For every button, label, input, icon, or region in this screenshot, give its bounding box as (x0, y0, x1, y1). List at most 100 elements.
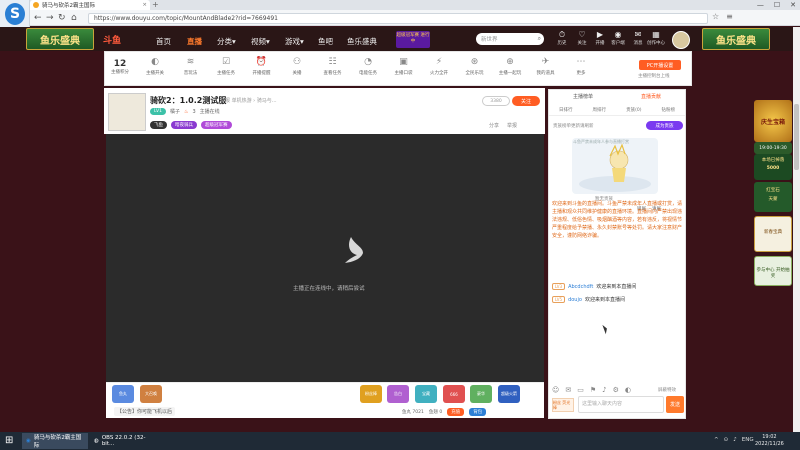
gift-item[interactable]: 大召唤 (140, 385, 162, 403)
toolbar-item[interactable]: ☑ 主播任务 (211, 58, 241, 77)
backpack-button[interactable]: 背包 (469, 408, 487, 416)
close-window-icon[interactable]: ✕ (790, 0, 796, 10)
toolbar-item[interactable]: ◐ 主播开关 (140, 58, 170, 77)
toolbar-item[interactable]: ▣ 主播口袋 (389, 58, 419, 77)
tab-weekly[interactable]: 周排行 (593, 107, 607, 113)
owner-name[interactable]: 橘子 (170, 108, 180, 115)
room-category[interactable]: 举报 单机热游 › 骑马与... (220, 97, 277, 104)
page-scrollbar[interactable] (793, 27, 800, 432)
tab-close-icon[interactable]: × (142, 2, 147, 8)
anchor-level[interactable]: 12 主播积分 (111, 59, 129, 75)
share-button[interactable]: 分享 (489, 122, 499, 129)
toolbar-item[interactable]: ⚇ 关播 (282, 58, 312, 77)
become-noble-button[interactable]: 成为贵族 (646, 121, 683, 130)
forward-icon[interactable]: → (46, 12, 54, 24)
nav-category[interactable]: 分类▾ (217, 36, 236, 47)
search-input[interactable]: 新世界 ⌕ (476, 33, 544, 45)
language-indicator[interactable]: ENG (742, 437, 754, 443)
emoji-icon[interactable]: ☺ (552, 386, 559, 394)
gift-item[interactable]: 超级火箭 (498, 385, 520, 403)
browser-tab[interactable]: 骑马与砍杀2霸主国际 × (30, 0, 150, 10)
music-icon[interactable]: ♪ (602, 386, 606, 394)
maximize-icon[interactable]: ☐ (774, 0, 780, 10)
toolbar-item[interactable]: ⚡ 火力全开 (424, 58, 454, 77)
nav-game[interactable]: 游戏▾ (285, 36, 304, 47)
festival-banner-left[interactable]: 鱼乐盛典 (26, 28, 94, 50)
new-tab-button[interactable]: + (152, 1, 159, 9)
gift-item[interactable]: 666 (443, 385, 465, 403)
tray-expand-icon[interactable]: ^ (714, 437, 719, 443)
user-avatar[interactable] (672, 31, 690, 49)
pc-live-settings-button[interactable]: PC开播设置 (639, 60, 681, 70)
toolbar-item-icon: ✈ (541, 57, 550, 67)
tab-diamond[interactable]: 钻粉榜 (661, 107, 675, 113)
report-button[interactable]: 举报 (507, 122, 517, 129)
douyu-logo[interactable]: 斗鱼 (103, 33, 121, 46)
fan-glowstick-button[interactable]: 粉丝 荧光棒 (552, 398, 574, 412)
toolbar-item[interactable]: ⋯ 更多 (566, 58, 596, 77)
gift-item[interactable]: 宝藏 (415, 385, 437, 403)
chat-input[interactable]: 这里输入聊天内容 (578, 396, 664, 413)
taskbar-browser[interactable]: ◉ 骑马与砍杀2霸主国际 (22, 433, 88, 449)
video-player[interactable] (106, 134, 544, 382)
taskbar-clock[interactable]: 19:02 2022/11/26 (755, 434, 784, 448)
taskbar-obs[interactable]: ◍ OBS 22.0.2 (32-bit... (90, 433, 154, 449)
room-tag[interactable]: 暗夜骑兵 (171, 121, 197, 129)
gift-item[interactable]: 粉丝棒 (360, 385, 382, 403)
tab-contribution[interactable]: 直播贡献 (641, 93, 661, 100)
nav-video[interactable]: 视频▾ (251, 36, 270, 47)
client-button[interactable]: ◉ 客户端 (607, 31, 629, 47)
star-icon[interactable]: ☆ (712, 12, 719, 21)
toolbar-item[interactable]: ◔ 电能任务 (353, 58, 383, 77)
nav-festival[interactable]: 鱼乐盛典 (347, 36, 377, 47)
block-effects-toggle[interactable]: 屏蔽特效 (658, 387, 676, 393)
chat-username[interactable]: doujo (568, 297, 582, 303)
promo-badge[interactable]: 超级冠军赛 进行中 (396, 31, 430, 48)
tab-noble[interactable]: 贵族(0) (626, 107, 641, 113)
chat-username[interactable]: Abcdchdft (568, 284, 593, 290)
history-button[interactable]: ⏱ 历史 (551, 31, 573, 47)
tab-anchor-rank[interactable]: 主播榜单 (573, 93, 593, 100)
url-input[interactable]: https://www.douyu.com/topic/MountAndBlad… (88, 13, 708, 24)
volume-icon[interactable]: ♪ (733, 437, 737, 443)
room-tag[interactable]: 超级冠军赛 (201, 121, 232, 129)
flag-icon[interactable]: ⚑ (590, 386, 596, 394)
toolbar-item[interactable]: ≋ 音玩法 (176, 58, 206, 77)
toolbar-item[interactable]: ⊛ 全民乐玩 (460, 58, 490, 77)
gift-item[interactable]: 告白 (387, 385, 409, 403)
side-promo-panel[interactable]: 庆生宝箱 19:00-19:30 本场已掉落 5000 红宝石 天蒙 新春宝典 参与… (754, 100, 792, 290)
toolbar-item[interactable]: ✈ 我的道具 (531, 57, 561, 77)
toolbar-item[interactable]: ⊕ 主播一起玩 (495, 58, 525, 77)
refresh-icon[interactable]: ↻ (58, 12, 66, 24)
minimize-icon[interactable]: — (757, 0, 764, 10)
search-icon[interactable]: ⌕ (538, 35, 541, 43)
live-console-hint: 主播控制台上线 (638, 74, 670, 79)
screen-icon[interactable]: ▭ (577, 386, 584, 394)
festival-banner-right[interactable]: 鱼乐盛典 (702, 28, 770, 50)
toolbar-item[interactable]: ⏰ 开播提醒 (247, 58, 277, 77)
tab-daily[interactable]: 日排行 (559, 107, 573, 113)
send-button[interactable]: 发送 (666, 396, 684, 413)
toolbar-item[interactable]: ☷ 查看任务 (318, 58, 348, 77)
nav-yuba[interactable]: 鱼吧 (318, 36, 333, 47)
room-tag[interactable]: 飞鱼 (150, 121, 167, 129)
network-icon[interactable]: ⊙ (724, 437, 729, 443)
settings-icon[interactable]: ⚙ (613, 386, 619, 394)
menu-icon[interactable]: ≡ (726, 12, 733, 21)
gift-item[interactable]: 豪华 (470, 385, 492, 403)
back-icon[interactable]: ← (34, 12, 42, 24)
mail-icon[interactable]: ✉ (565, 386, 571, 394)
creator-center-button[interactable]: ▦ 创作中心 (645, 31, 667, 47)
noble-note: 贵族榜单更新请刷新 (553, 124, 594, 129)
start-icon[interactable]: ⊞ (5, 435, 13, 447)
nav-home[interactable]: 首页 (156, 36, 171, 47)
gift-item[interactable]: 鱼丸 (112, 385, 134, 403)
home-icon[interactable]: ⌂ (71, 12, 77, 24)
follow-button[interactable]: 关注 (512, 96, 540, 106)
room-meta: LV1 橘子 ♨ 3 主播在线 (150, 108, 220, 115)
room-avatar[interactable] (108, 93, 146, 131)
mode-icon[interactable]: ◐ (625, 386, 631, 394)
nav-live[interactable]: 直播 (187, 36, 202, 47)
scrollbar-thumb[interactable] (794, 104, 799, 170)
recharge-button[interactable]: 充值 (447, 408, 465, 416)
